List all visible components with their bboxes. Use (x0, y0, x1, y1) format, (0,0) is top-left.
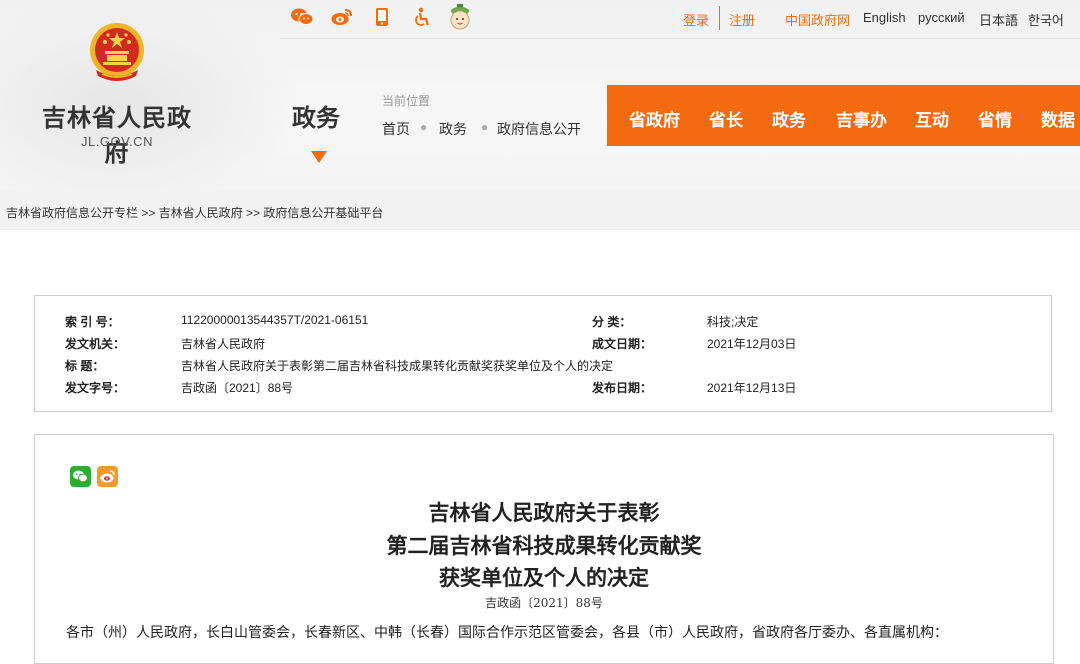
nav-item-data[interactable]: 数据 (1041, 106, 1075, 131)
column-breadcrumb-bar: 吉林省政府信息公开专栏 >> 吉林省人民政府 >> 政府信息公开基础平台 (0, 190, 1080, 230)
document-number-label: 发文字号： (65, 381, 126, 395)
location-separator-icon: ● (481, 120, 489, 134)
weixin-icon[interactable] (290, 4, 314, 30)
title-value: 吉林省人民政府关于表彰第二届吉林省科技成果转化贡献奖获奖单位及个人的决定 (181, 359, 614, 373)
article-content: 吉林省人民政府关于表彰 第二届吉林省科技成果转化贡献奖 获奖单位及个人的决定 吉… (34, 434, 1054, 664)
issuer-label: 发文机关： (65, 337, 126, 351)
national-emblem-icon[interactable] (86, 20, 148, 84)
nav-item-interaction[interactable]: 互动 (915, 106, 949, 131)
issuer-value: 吉林省人民政府 (181, 337, 266, 351)
publish-date-label: 发布日期： (592, 381, 653, 395)
article-title-line-3: 获奖单位及个人的决定 (439, 565, 649, 590)
register-link[interactable]: 注册 (729, 10, 755, 29)
main-nav: 省政府 省长 政务 吉事办 互动 省情 数据 (607, 85, 1080, 146)
weibo-icon[interactable] (330, 4, 354, 30)
section-title[interactable]: 政务 (292, 98, 340, 133)
article-document-number: 吉政函〔2021〕88号 (485, 596, 603, 610)
category-value: 科技;决定 (707, 315, 759, 329)
location-label: 当前位置 (382, 94, 431, 108)
mobile-icon[interactable] (370, 4, 394, 30)
index-number-value: 11220000013544357T/2021-06151 (181, 313, 369, 327)
share-wechat-icon[interactable] (70, 466, 91, 487)
article-title-line-2: 第二届吉林省科技成果转化贡献奖 (386, 533, 702, 558)
document-number-value: 吉政函〔2021〕88号 (181, 381, 294, 395)
written-date-label: 成文日期： (592, 337, 653, 351)
english-link[interactable]: English (863, 10, 906, 25)
site-domain: JL.GOV.CN (81, 134, 153, 149)
index-number-label: 索 引 号： (65, 315, 120, 329)
section-dropdown-arrow-icon[interactable] (311, 151, 327, 163)
category-label: 分 类： (592, 315, 632, 329)
mascot-icon[interactable] (448, 4, 472, 30)
document-metadata-box: 索 引 号： 11220000013544357T/2021-06151 分 类… (34, 295, 1052, 412)
japanese-link[interactable]: 日本語 (979, 10, 1018, 29)
nav-item-governor[interactable]: 省长 (709, 106, 743, 131)
location-separator-icon: ● (420, 120, 428, 134)
location-item-info-public[interactable]: 政府信息公开 (497, 119, 581, 139)
site-header: 吉林省人民政府 JL.GOV.CN 政务 登录 注册 中国政府网 English… (0, 0, 1080, 190)
central-gov-link[interactable]: 中国政府网 (785, 10, 850, 29)
nav-item-province-info[interactable]: 省情 (978, 106, 1012, 131)
title-label: 标 题： (65, 359, 105, 373)
article-body-text: 各市（州）人民政府，长白山管委会，长春新区、中韩（长春）国际合作示范区管委会，各… (66, 624, 948, 640)
nav-item-province-gov[interactable]: 省政府 (629, 106, 680, 131)
location-item-affairs[interactable]: 政务 (439, 119, 467, 139)
accessibility-icon[interactable] (410, 4, 434, 30)
korean-link[interactable]: 한국어 (1028, 10, 1064, 29)
article-title-line-1: 吉林省人民政府关于表彰 (428, 500, 660, 525)
nav-item-affairs[interactable]: 政务 (772, 106, 806, 131)
written-date-value: 2021年12月03日 (707, 337, 797, 351)
login-link[interactable]: 登录 (683, 10, 709, 29)
column-breadcrumb[interactable]: 吉林省政府信息公开专栏 >> 吉林省人民政府 >> 政府信息公开基础平台 (6, 204, 383, 221)
share-weibo-icon[interactable] (97, 466, 118, 487)
publish-date-value: 2021年12月13日 (707, 381, 797, 395)
site-name[interactable]: 吉林省人民政府 (30, 98, 204, 168)
location-item-home[interactable]: 首页 (382, 119, 410, 139)
nav-item-jishiban[interactable]: 吉事办 (836, 106, 887, 131)
russian-link[interactable]: русский (918, 10, 965, 25)
